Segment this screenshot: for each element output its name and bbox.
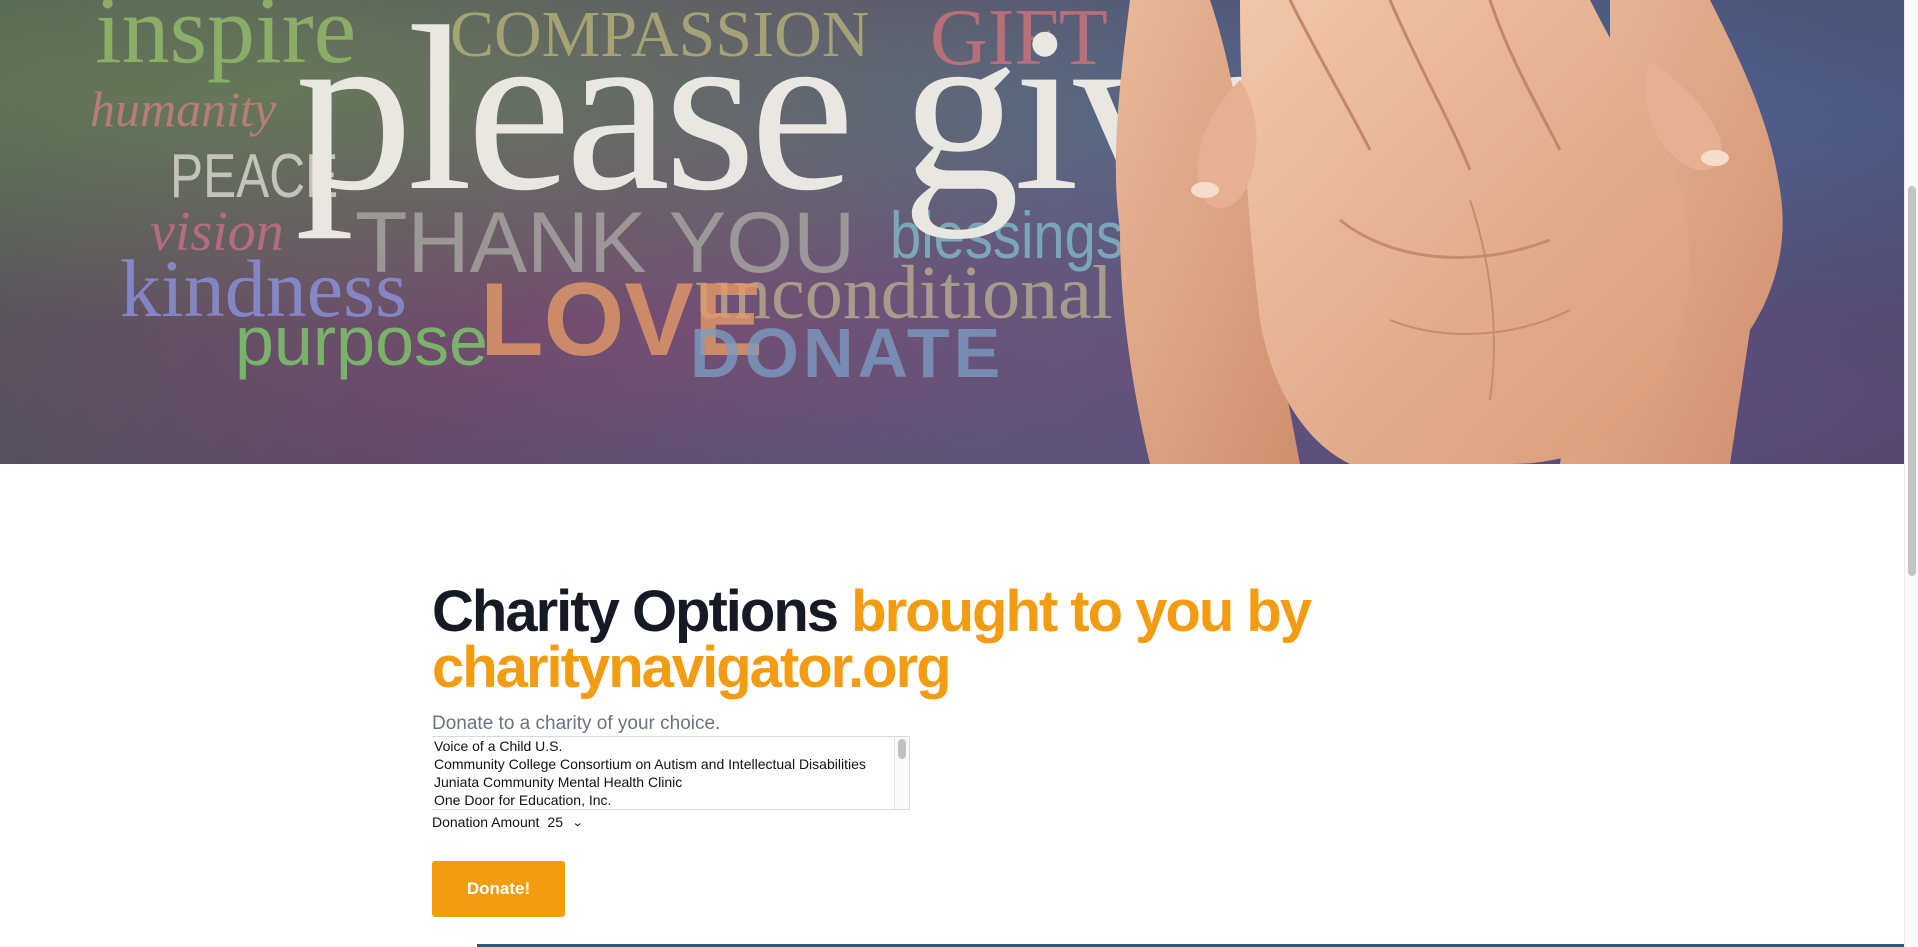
charity-option[interactable]: Voice of a Child U.S. [432, 737, 909, 755]
intro-text: Donate to a charity of your choice. [432, 713, 721, 734]
hero-word-purpose: purpose [235, 302, 488, 380]
page-scrollbar[interactable] [1904, 0, 1918, 947]
donation-amount-select[interactable]: 25 ⌄ [547, 814, 584, 830]
hero-word-humanity: humanity [90, 81, 277, 137]
donation-amount-value: 25 [547, 814, 563, 830]
charity-option[interactable]: One Door for Education, Inc. [432, 791, 909, 809]
charity-option[interactable]: Juniata Community Mental Health Clinic [432, 773, 909, 791]
charity-select-list[interactable]: Voice of a Child U.S. Community College … [432, 736, 910, 810]
page-title: Charity Options brought to you by charit… [432, 583, 1332, 697]
chevron-down-icon: ⌄ [571, 816, 584, 829]
donate-button[interactable]: Donate! [432, 861, 565, 917]
hero-word-donate: DONATE [690, 314, 1005, 392]
hands-illustration [1115, 0, 1783, 464]
donation-amount-label: Donation Amount [432, 814, 540, 830]
page-scrollbar-thumb[interactable] [1908, 186, 1916, 576]
charity-option[interactable]: Community College Consortium on Autism a… [432, 755, 909, 773]
list-scrollbar[interactable] [894, 737, 909, 809]
list-scrollbar-thumb[interactable] [898, 739, 906, 759]
donation-amount-row: Donation Amount 25 ⌄ [432, 812, 584, 832]
hero-banner: inspire COMPASSION GIFT humanity PEACE v… [0, 0, 1904, 464]
